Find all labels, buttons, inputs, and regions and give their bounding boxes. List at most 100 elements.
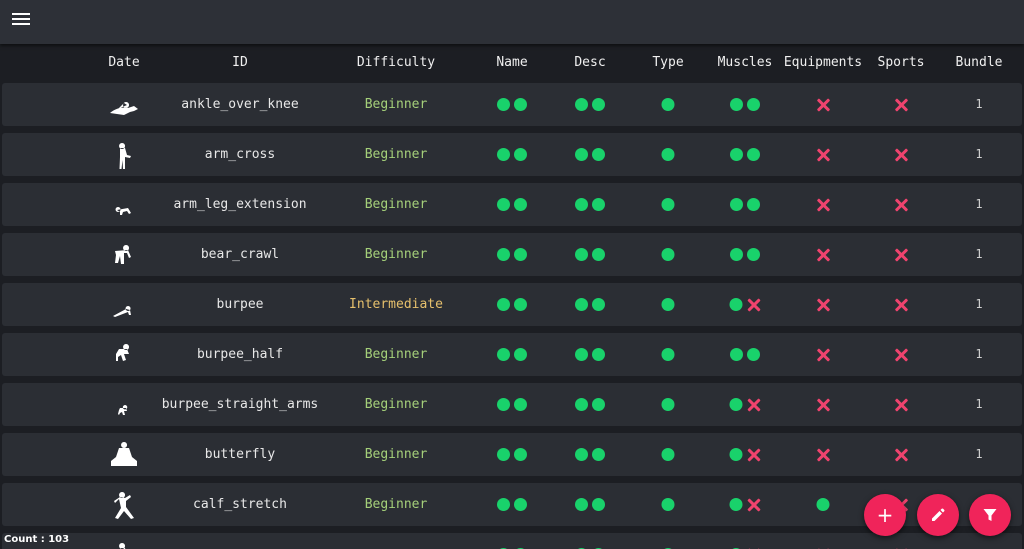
column-header-name[interactable]: Name (496, 44, 527, 82)
item-count: Count : 103 (4, 534, 70, 545)
column-header-equipments[interactable]: Equipments (784, 44, 862, 82)
column-header-difficulty[interactable]: Difficulty (357, 44, 435, 82)
table-row[interactable]: ankle_over_knee Beginner 1 (2, 83, 1022, 126)
add-button[interactable]: + (864, 494, 906, 536)
type-status (660, 533, 677, 549)
bundle-value: 1 (975, 247, 983, 261)
name-status (495, 133, 529, 176)
desc-present-indicator (575, 348, 588, 361)
desc-status (573, 133, 607, 176)
table-row[interactable]: burpee Intermediate 1 (2, 283, 1022, 326)
type-status (660, 383, 677, 426)
muscles-status (728, 283, 763, 326)
exercise-id: butterfly (204, 447, 276, 462)
name-present-indicator (497, 398, 510, 411)
bundle-value: 1 (975, 297, 983, 311)
table-row[interactable] (2, 533, 1022, 549)
muscles-status (728, 533, 763, 549)
desc-present-indicator (575, 248, 588, 261)
exercise-thumbnail (104, 389, 144, 420)
type-status (660, 333, 677, 376)
type-present-indicator (661, 198, 675, 211)
column-header-bundle[interactable]: Bundle (956, 44, 1003, 82)
equipments-missing-icon (816, 448, 830, 462)
muscles-status (728, 333, 762, 376)
desc-present-indicator (575, 98, 588, 111)
sports-status (892, 283, 910, 326)
column-header-sports[interactable]: Sports (878, 44, 925, 82)
muscles-present-indicator (730, 198, 743, 211)
muscles-status (728, 83, 762, 126)
equipments-status (814, 133, 832, 176)
name-present-indicator (514, 498, 527, 511)
muscles-status (728, 233, 762, 276)
name-present-indicator (497, 298, 510, 311)
muscles-missing-icon (747, 448, 761, 462)
type-present-indicator (661, 448, 675, 461)
muscles-missing-icon (747, 398, 761, 412)
name-status (495, 83, 529, 126)
name-status (495, 533, 529, 549)
desc-present-indicator (592, 398, 605, 411)
sports-status (892, 333, 910, 376)
exercise-id: burpee (216, 297, 264, 312)
muscles-present-indicator (747, 348, 760, 361)
type-present-indicator (661, 98, 675, 111)
table-row[interactable]: arm_leg_extension Beginner 1 (2, 183, 1022, 226)
muscles-missing-icon (747, 498, 761, 512)
muscles-present-indicator (747, 98, 760, 111)
name-present-indicator (497, 98, 510, 111)
table-row[interactable]: burpee_half Beginner 1 (2, 333, 1022, 376)
desc-status (573, 483, 607, 526)
name-present-indicator (514, 448, 527, 461)
sports-missing-icon (894, 98, 908, 112)
muscles-present-indicator (747, 198, 760, 211)
name-present-indicator (497, 348, 510, 361)
column-header-date[interactable]: Date (108, 44, 139, 82)
column-header-muscles[interactable]: Muscles (718, 44, 773, 82)
exercise-table-body: ankle_over_knee Beginner 1 arm_cross Beg… (0, 82, 1024, 549)
sports-missing-icon (894, 248, 908, 262)
desc-status (573, 283, 607, 326)
exercise-thumbnail (104, 339, 144, 370)
name-present-indicator (514, 198, 527, 211)
difficulty-label: Beginner (364, 397, 428, 412)
sports-status (892, 383, 910, 426)
table-row[interactable]: bear_crawl Beginner 1 (2, 233, 1022, 276)
desc-present-indicator (592, 198, 605, 211)
muscles-present-indicator (747, 148, 760, 161)
table-row[interactable]: arm_cross Beginner 1 (2, 133, 1022, 176)
type-status (660, 183, 677, 226)
sports-status (892, 533, 910, 549)
muscles-status (728, 133, 762, 176)
muscles-present-indicator (730, 148, 743, 161)
equipments-status (815, 483, 832, 526)
column-header-id[interactable]: ID (232, 44, 248, 82)
table-row[interactable]: burpee_straight_arms Beginner 1 (2, 383, 1022, 426)
edit-button[interactable] (917, 494, 959, 536)
desc-present-indicator (592, 298, 605, 311)
type-status (660, 133, 677, 176)
filter-button[interactable] (969, 494, 1011, 536)
column-header-desc[interactable]: Desc (574, 44, 605, 82)
difficulty-label: Beginner (364, 147, 428, 162)
type-present-indicator (661, 148, 675, 161)
type-status (660, 233, 677, 276)
type-present-indicator (661, 248, 675, 261)
sports-status (892, 83, 910, 126)
muscles-present-indicator (730, 348, 743, 361)
plus-icon: + (876, 503, 894, 527)
column-header-type[interactable]: Type (652, 44, 683, 82)
name-present-indicator (514, 398, 527, 411)
name-status (495, 483, 529, 526)
desc-present-indicator (575, 298, 588, 311)
table-row[interactable]: butterfly Beginner 1 (2, 433, 1022, 476)
exercise-thumbnail (104, 189, 144, 220)
bundle-value: 1 (975, 347, 983, 361)
hamburger-menu-icon[interactable] (12, 13, 30, 29)
exercise-id: arm_cross (204, 147, 276, 162)
desc-status (573, 433, 607, 476)
equipments-missing-icon (816, 198, 830, 212)
muscles-status (728, 383, 763, 426)
sports-status (892, 183, 910, 226)
